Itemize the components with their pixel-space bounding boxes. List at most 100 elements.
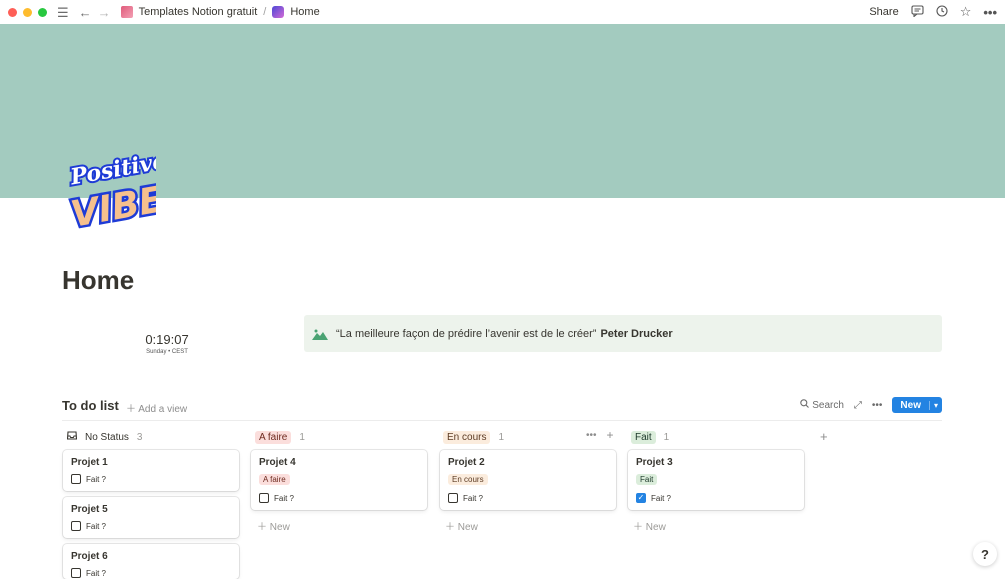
quote-author: Peter Drucker bbox=[600, 327, 673, 340]
expand-icon[interactable]: ⤢ bbox=[854, 400, 862, 411]
new-item-button[interactable]: New ▾ bbox=[892, 397, 942, 413]
add-group-icon[interactable]: + bbox=[820, 429, 828, 444]
column-label: Fait bbox=[631, 430, 656, 444]
card-status-tag: En cours bbox=[448, 474, 488, 485]
column-count: 1 bbox=[299, 431, 305, 443]
new-item-label: New bbox=[900, 399, 921, 411]
maximize-window-button[interactable] bbox=[38, 7, 47, 17]
clock-widget: 0:19:07 Sunday • CEST bbox=[120, 332, 214, 355]
card-status-tag: Fait bbox=[636, 474, 658, 485]
column-tools: ••• + bbox=[586, 429, 614, 441]
breadcrumb-item-home[interactable]: Home bbox=[290, 6, 319, 18]
card-status-tag: A faire bbox=[259, 474, 290, 485]
top-bar: ☰ ← → Templates Notion gratuit / Home Sh… bbox=[0, 0, 1005, 24]
card-checkbox-row: Fait ? bbox=[71, 474, 231, 484]
search-button[interactable]: Search bbox=[800, 399, 844, 411]
history-clock-icon[interactable] bbox=[936, 4, 948, 20]
clock-subtitle: Sunday • CEST bbox=[146, 349, 188, 355]
column-count: 1 bbox=[663, 431, 670, 443]
checkbox-label: Fait ? bbox=[86, 568, 107, 578]
clock-time: 0:19:07 bbox=[145, 332, 189, 347]
checkbox[interactable] bbox=[71, 521, 81, 531]
sidebar-menu-icon[interactable]: ☰ bbox=[57, 6, 69, 19]
new-card-button[interactable]: ＋ New bbox=[633, 518, 666, 533]
database-title[interactable]: To do list bbox=[62, 398, 119, 413]
column-header-fait[interactable]: Fait 1 bbox=[631, 430, 669, 444]
board-card[interactable]: Projet 1 Fait ? bbox=[63, 450, 239, 491]
board-card[interactable]: Projet 5 Fait ? bbox=[63, 497, 239, 538]
card-title: Projet 4 bbox=[259, 457, 296, 468]
plus-icon: ＋ bbox=[126, 404, 139, 415]
column-header-a-faire[interactable]: A faire 1 bbox=[255, 430, 305, 444]
new-card-button[interactable]: ＋ New bbox=[445, 518, 478, 533]
board-card[interactable]: Projet 4 A faire Fait ? bbox=[251, 450, 427, 510]
column-more-icon[interactable]: ••• bbox=[586, 430, 597, 441]
breadcrumb-separator: / bbox=[263, 6, 267, 18]
card-checkbox-row: Fait ? bbox=[259, 493, 419, 503]
more-options-icon[interactable]: ••• bbox=[983, 5, 997, 20]
board-card[interactable]: Projet 3 Fait ✓ Fait ? bbox=[628, 450, 804, 510]
breadcrumb: Templates Notion gratuit / Home bbox=[120, 6, 320, 18]
quote-callout[interactable]: “La meilleure façon de prédire l’avenir … bbox=[304, 315, 942, 352]
forward-arrow-icon[interactable]: → bbox=[98, 6, 111, 19]
checkbox-label: Fait ? bbox=[274, 493, 295, 503]
close-window-button[interactable] bbox=[8, 7, 17, 17]
landscape-icon bbox=[312, 328, 328, 340]
comment-icon[interactable] bbox=[911, 4, 924, 20]
new-card-label: New bbox=[645, 522, 666, 533]
column-label: No Status bbox=[85, 431, 129, 443]
minimize-window-button[interactable] bbox=[23, 7, 32, 17]
breadcrumb-item-templates[interactable]: Templates Notion gratuit bbox=[139, 6, 258, 18]
column-label: En cours bbox=[443, 430, 491, 444]
card-checkbox-row: Fait ? bbox=[71, 568, 231, 578]
add-view-button[interactable]: ＋ Add a view bbox=[126, 400, 187, 415]
add-view-label: Add a view bbox=[138, 404, 188, 415]
back-arrow-icon[interactable]: ← bbox=[79, 6, 92, 19]
card-title: Projet 6 bbox=[71, 551, 108, 562]
column-add-icon[interactable]: + bbox=[607, 429, 614, 441]
new-card-label: New bbox=[269, 522, 290, 533]
new-card-button[interactable]: ＋ New bbox=[257, 518, 290, 533]
chevron-down-icon[interactable]: ▾ bbox=[928, 400, 942, 410]
window-controls bbox=[8, 7, 47, 17]
column-label: A faire bbox=[255, 430, 292, 444]
database-toolbar: Search ⤢ ••• New ▾ bbox=[800, 397, 942, 413]
help-button[interactable]: ? bbox=[973, 542, 997, 566]
column-header-no-status[interactable]: No Status 3 bbox=[66, 430, 143, 444]
quote-text: “La meilleure façon de prédire l’avenir … bbox=[336, 327, 597, 340]
checkbox[interactable] bbox=[259, 493, 269, 503]
column-count: 3 bbox=[136, 431, 143, 443]
checkbox-checked[interactable]: ✓ bbox=[636, 493, 646, 503]
plus-icon: ＋ bbox=[633, 522, 646, 533]
checkbox-label: Fait ? bbox=[651, 493, 672, 503]
column-header-en-cours[interactable]: En cours 1 bbox=[443, 430, 504, 444]
favorite-star-icon[interactable]: ☆ bbox=[960, 4, 972, 20]
board-card[interactable]: Projet 6 Fait ? bbox=[63, 544, 239, 579]
search-icon bbox=[800, 399, 812, 411]
card-checkbox-row: Fait ? bbox=[71, 521, 231, 531]
checkbox-label: Fait ? bbox=[86, 521, 107, 531]
card-title: Projet 3 bbox=[636, 457, 673, 468]
notion-page-icon bbox=[120, 6, 133, 18]
checkbox[interactable] bbox=[71, 568, 81, 578]
card-title: Projet 1 bbox=[71, 457, 108, 468]
board-card[interactable]: Projet 2 En cours Fait ? bbox=[440, 450, 616, 510]
card-checkbox-row: Fait ? bbox=[448, 493, 608, 503]
plus-icon: ＋ bbox=[257, 522, 270, 533]
new-card-label: New bbox=[457, 522, 478, 533]
column-count: 1 bbox=[498, 431, 505, 443]
share-button[interactable]: Share bbox=[869, 6, 898, 18]
plus-icon: ＋ bbox=[445, 522, 458, 533]
card-title: Projet 5 bbox=[71, 504, 108, 515]
database-more-icon[interactable]: ••• bbox=[872, 400, 883, 411]
checkbox[interactable] bbox=[71, 474, 81, 484]
checkbox-label: Fait ? bbox=[86, 474, 107, 484]
inbox-icon bbox=[66, 431, 78, 443]
search-label: Search bbox=[812, 400, 844, 411]
page-icon[interactable]: Positive VIBES bbox=[64, 146, 195, 238]
checkbox-label: Fait ? bbox=[463, 493, 484, 503]
page-title[interactable]: Home bbox=[62, 265, 134, 296]
divider bbox=[62, 420, 942, 421]
home-page-icon bbox=[272, 6, 285, 18]
checkbox[interactable] bbox=[448, 493, 458, 503]
